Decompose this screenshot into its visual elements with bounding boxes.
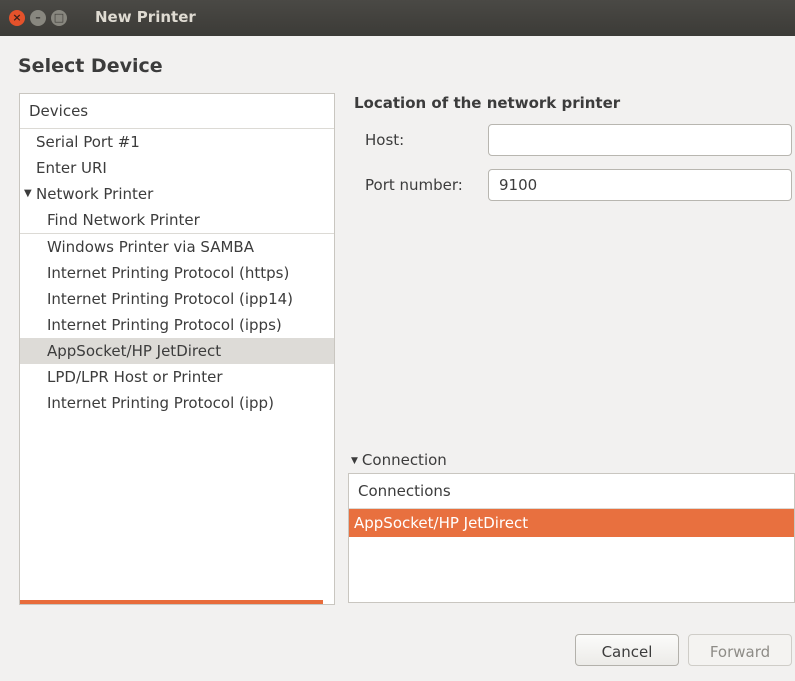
port-number-input[interactable] bbox=[488, 169, 792, 201]
connection-list-header[interactable]: Connections bbox=[349, 474, 794, 509]
location-title: Location of the network printer bbox=[354, 94, 621, 112]
expander-down-icon[interactable]: ▼ bbox=[24, 181, 32, 207]
device-network-printer-label: Network Printer bbox=[36, 185, 154, 203]
cancel-button[interactable]: Cancel bbox=[575, 634, 679, 666]
horizontal-scrollbar[interactable] bbox=[20, 600, 323, 604]
device-lpd-lpr[interactable]: LPD/LPR Host or Printer bbox=[20, 364, 334, 390]
title-bar: × – □ New Printer bbox=[0, 0, 795, 36]
connection-list[interactable]: Connections AppSocket/HP JetDirect bbox=[348, 473, 795, 603]
device-ipp-https[interactable]: Internet Printing Protocol (https) bbox=[20, 260, 334, 286]
device-appsocket[interactable]: AppSocket/HP JetDirect bbox=[20, 338, 334, 364]
device-ipp[interactable]: Internet Printing Protocol (ipp) bbox=[20, 390, 334, 416]
connection-item[interactable]: AppSocket/HP JetDirect bbox=[349, 509, 794, 537]
port-number-label: Port number: bbox=[365, 176, 463, 194]
minimize-icon[interactable]: – bbox=[30, 10, 46, 26]
maximize-icon[interactable]: □ bbox=[51, 10, 67, 26]
host-label: Host: bbox=[365, 131, 405, 149]
close-icon[interactable]: × bbox=[9, 10, 25, 26]
device-network-printer[interactable]: ▼ Network Printer bbox=[20, 181, 334, 207]
device-list-header[interactable]: Devices bbox=[20, 94, 334, 129]
connection-expander-label: Connection bbox=[361, 451, 447, 469]
page-title: Select Device bbox=[18, 55, 163, 77]
device-enter-uri[interactable]: Enter URI bbox=[20, 155, 334, 181]
host-input[interactable] bbox=[488, 124, 792, 156]
device-windows-samba[interactable]: Windows Printer via SAMBA bbox=[20, 233, 334, 260]
forward-button[interactable]: Forward bbox=[688, 634, 792, 666]
window-title: New Printer bbox=[95, 8, 196, 26]
device-serial-port[interactable]: Serial Port #1 bbox=[20, 129, 334, 155]
connection-expander[interactable]: ▼ Connection bbox=[351, 451, 447, 469]
expander-down-icon: ▼ bbox=[351, 456, 358, 466]
device-ipps[interactable]: Internet Printing Protocol (ipps) bbox=[20, 312, 334, 338]
device-find-network-printer[interactable]: Find Network Printer bbox=[20, 207, 334, 233]
device-list[interactable]: Devices Serial Port #1 Enter URI ▼ Netwo… bbox=[19, 93, 335, 605]
device-ipp14[interactable]: Internet Printing Protocol (ipp14) bbox=[20, 286, 334, 312]
